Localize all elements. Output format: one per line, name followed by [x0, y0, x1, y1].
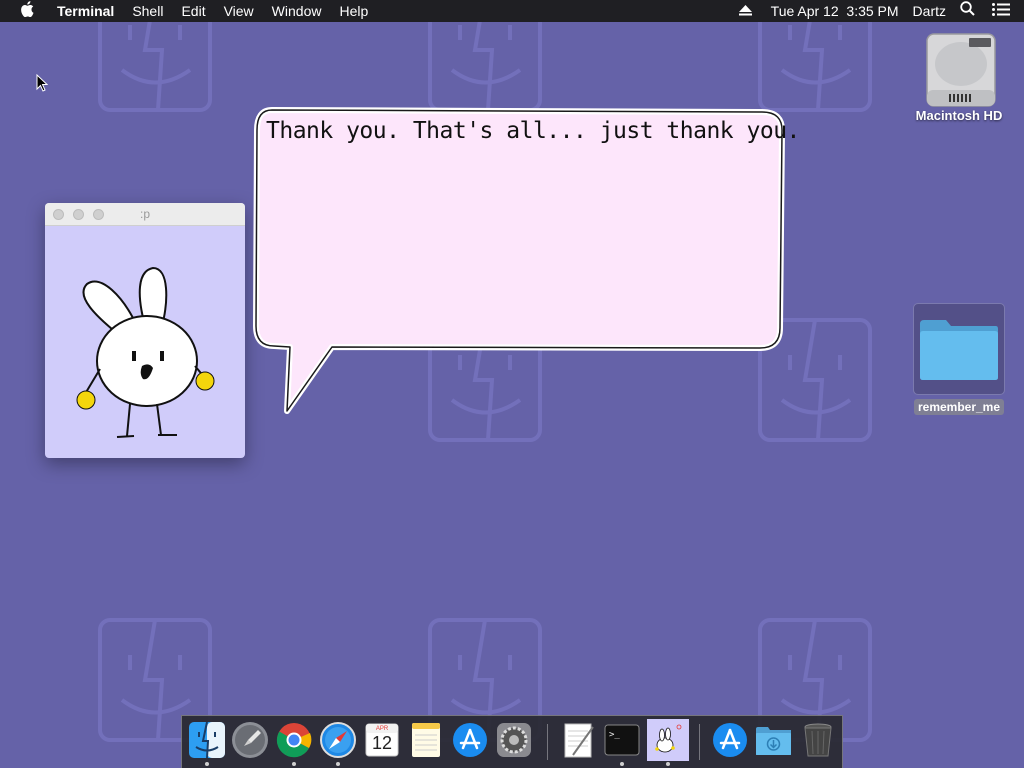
- dock-system-preferences[interactable]: [495, 721, 533, 759]
- dock-terminal[interactable]: >_: [603, 721, 641, 766]
- notes-icon: [412, 723, 440, 757]
- finder-icon: [189, 721, 225, 759]
- mouse-cursor-icon: [36, 73, 49, 97]
- dock-separator: [547, 724, 548, 760]
- desktop-icon-remember-me[interactable]: remember_me: [910, 303, 1008, 415]
- menu-app-name[interactable]: Terminal: [48, 0, 123, 22]
- menu-help[interactable]: Help: [330, 0, 377, 22]
- menu-edit[interactable]: Edit: [172, 0, 214, 22]
- apple-icon[interactable]: [0, 1, 48, 21]
- dock-safari[interactable]: [319, 721, 357, 766]
- terminal-icon: [604, 724, 640, 756]
- gear-icon: [497, 723, 531, 757]
- safari-icon: [320, 722, 356, 758]
- menu-shell[interactable]: Shell: [123, 0, 172, 22]
- notification-list-icon[interactable]: [980, 0, 1024, 22]
- dock-bunny-app[interactable]: [647, 719, 689, 766]
- running-indicator: [666, 762, 670, 766]
- folder-icon: [913, 303, 1005, 395]
- pet-window-title: :p: [139, 207, 150, 221]
- dock-trash[interactable]: [799, 721, 837, 759]
- speech-bubble: [253, 107, 786, 414]
- calendar-day: 12: [371, 733, 393, 753]
- folder-label: remember_me: [913, 399, 1005, 415]
- dock-calendar[interactable]: APR 12: [363, 721, 401, 759]
- dock-launchpad[interactable]: [231, 721, 269, 759]
- downloads-folder-icon: [756, 727, 791, 755]
- running-indicator: [205, 762, 209, 766]
- running-indicator: [620, 762, 624, 766]
- dock-applications-stack[interactable]: [711, 721, 749, 759]
- menu-clock[interactable]: Tue Apr 12 3:35 PM: [766, 0, 904, 22]
- hard-drive-icon: [925, 30, 996, 107]
- terminal-prompt: >_: [609, 730, 620, 740]
- chrome-icon: [276, 723, 312, 758]
- trash-icon: [804, 723, 832, 757]
- menu-bar: Terminal Shell Edit View Window Help Tue…: [0, 0, 1024, 22]
- dock-downloads-folder[interactable]: [755, 721, 793, 759]
- menu-view[interactable]: View: [215, 0, 263, 22]
- dock-textedit[interactable]: [559, 721, 597, 759]
- dock: APR 12 >_: [181, 715, 843, 768]
- eject-icon[interactable]: [734, 0, 766, 22]
- pet-window-titlebar[interactable]: :p: [45, 203, 245, 226]
- search-icon[interactable]: [955, 0, 980, 22]
- hd-label: Macintosh HD: [915, 108, 1003, 123]
- menu-user[interactable]: Dartz: [904, 0, 955, 22]
- dock-separator: [699, 724, 700, 760]
- desktop-icon-macintosh-hd[interactable]: Macintosh HD: [905, 30, 1013, 123]
- dock-chrome[interactable]: [275, 721, 313, 766]
- document-icon: [564, 723, 594, 758]
- app-store-icon: [453, 723, 487, 757]
- bunny-icon: [655, 724, 682, 753]
- dock-app-store[interactable]: [451, 721, 489, 759]
- rocket-icon: [232, 722, 268, 758]
- running-indicator: [336, 762, 340, 766]
- pet-window[interactable]: :p: [45, 203, 245, 458]
- calendar-month: APR: [375, 726, 389, 732]
- applications-icon: [713, 723, 747, 757]
- bunny-character[interactable]: [45, 226, 245, 458]
- running-indicator: [292, 762, 296, 766]
- speech-bubble-text: Thank you. That's all... just thank you.: [266, 118, 800, 144]
- dock-finder[interactable]: [188, 721, 226, 766]
- menu-window[interactable]: Window: [263, 0, 331, 22]
- dock-notes[interactable]: [407, 721, 445, 759]
